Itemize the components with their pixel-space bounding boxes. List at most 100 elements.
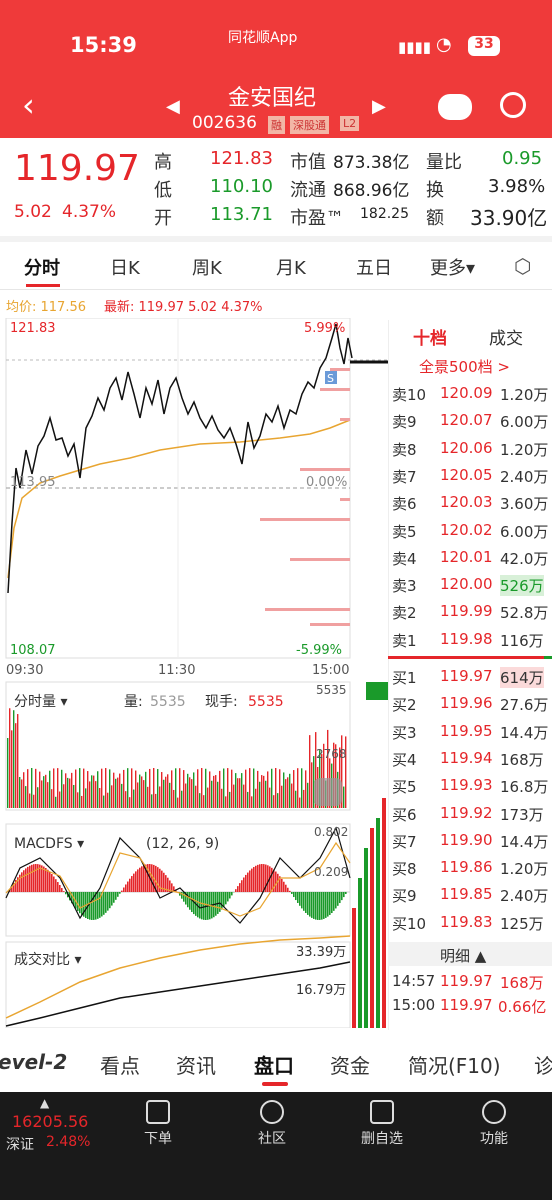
tab-monthly[interactable]: 月K xyxy=(276,254,306,280)
sell-level-row[interactable]: 卖4 120.01 42.0万 xyxy=(388,548,552,574)
level-label: 卖3 xyxy=(392,577,417,596)
level-volume: 614万 xyxy=(500,667,544,688)
tab-diagnosis[interactable]: 诊 xyxy=(534,1050,552,1079)
next-stock-icon[interactable]: ▶ xyxy=(372,96,386,117)
level-label: 卖10 xyxy=(392,386,427,404)
volume-bar xyxy=(311,762,313,808)
buy-level-row[interactable]: 买9 119.85 2.40万 xyxy=(388,885,552,911)
macd-bar xyxy=(139,867,141,892)
tab-five-day[interactable]: 五日 xyxy=(356,254,392,280)
nav-order[interactable]: 下单 xyxy=(118,1100,198,1148)
macd-bar xyxy=(91,892,93,920)
macd-bar xyxy=(315,892,317,920)
macd-bar xyxy=(231,892,233,896)
prev-stock-icon[interactable]: ◀ xyxy=(166,96,180,117)
nav-remove-watchlist[interactable]: 删自选 xyxy=(342,1100,422,1148)
nav-functions-label: 功能 xyxy=(480,1131,508,1147)
full-depth-link[interactable]: 全景500档 > xyxy=(419,356,510,377)
level-volume: 2.40万 xyxy=(500,887,549,906)
quote-panel: 119.97 5.02 4.37% 高 121.83 低 110.10 开 11… xyxy=(0,138,552,238)
tab-handicap[interactable]: 盘口 xyxy=(254,1050,294,1079)
level-volume: 526万 xyxy=(500,575,544,597)
macd-bar xyxy=(109,892,111,909)
macd-bar xyxy=(223,892,225,908)
volume-bar xyxy=(277,793,279,808)
macd-label[interactable]: MACDFS ▾ xyxy=(14,836,84,852)
volume-bar xyxy=(219,770,221,808)
volume-label[interactable]: 分时量 ▾ xyxy=(14,694,67,710)
tab-more[interactable]: 更多▾ xyxy=(430,254,475,280)
buy-level-row[interactable]: 买7 119.90 14.4万 xyxy=(388,831,552,857)
volume-bar xyxy=(309,735,311,808)
buy-level-row[interactable]: 买10 119.83 125万 xyxy=(388,913,552,939)
nav-order-label: 下单 xyxy=(144,1131,172,1147)
volume-bar xyxy=(259,781,261,808)
buy-level-row[interactable]: 买6 119.92 173万 xyxy=(388,804,552,830)
volume-bar xyxy=(91,775,93,808)
volume-bar xyxy=(135,770,137,808)
volume-bar xyxy=(279,769,281,808)
nav-community[interactable]: 社区 xyxy=(232,1100,312,1148)
volume-bar xyxy=(99,788,101,808)
buy-level-row[interactable]: 买1 119.97 614万 xyxy=(388,667,552,693)
nav-functions[interactable]: 功能 xyxy=(454,1100,534,1148)
settings-icon[interactable]: ⬡ xyxy=(514,254,531,278)
search-icon[interactable] xyxy=(500,92,526,118)
macd-bar xyxy=(111,892,113,906)
tab-daily[interactable]: 日K xyxy=(110,254,140,280)
intraday-chart-svg[interactable]: S 121.83 108.07 113.95 5.99% 0.00% -5.99… xyxy=(0,318,388,1028)
macd-bar xyxy=(27,866,29,892)
trade-vol: 0.66亿 xyxy=(498,998,547,1016)
level-volume: 6.00万 xyxy=(500,522,549,541)
tab-news[interactable]: 资讯 xyxy=(176,1050,216,1079)
compare-label[interactable]: 成交对比 ▾ xyxy=(14,951,81,968)
level-label: 卖9 xyxy=(392,413,417,432)
macd-bar xyxy=(127,881,129,892)
macd-bar xyxy=(33,864,35,892)
depth-bars xyxy=(260,368,350,626)
macd-bar xyxy=(59,884,61,892)
macd-bar xyxy=(259,864,261,892)
sell-level-row[interactable]: 卖1 119.98 116万 xyxy=(388,630,552,656)
level-label: 买1 xyxy=(392,669,417,687)
tab-f10[interactable]: 简况(F10) xyxy=(408,1050,501,1079)
tab-funds[interactable]: 资金 xyxy=(330,1050,370,1079)
robot-assistant-icon[interactable] xyxy=(438,94,472,120)
buy-level-row[interactable]: 买3 119.95 14.4万 xyxy=(388,722,552,748)
tab-weekly[interactable]: 周K xyxy=(192,254,222,280)
sell-level-row[interactable]: 卖7 120.05 2.40万 xyxy=(388,466,552,492)
buy-level-row[interactable]: 买2 119.96 27.6万 xyxy=(388,694,552,720)
volume-bar xyxy=(285,779,287,808)
tab-ten-levels[interactable]: 十档 xyxy=(413,324,447,349)
tab-highlights[interactable]: 看点 xyxy=(100,1050,140,1079)
volume-bar xyxy=(343,786,345,808)
tab-level2[interactable]: evel-2 xyxy=(0,1050,67,1074)
tab-intraday[interactable]: 分时 xyxy=(24,254,60,280)
expand-icon[interactable] xyxy=(314,778,342,806)
volume-bar xyxy=(69,778,71,808)
remove-icon xyxy=(370,1100,394,1124)
back-icon[interactable]: ‹ xyxy=(22,86,35,124)
level-price: 120.09 xyxy=(440,384,493,402)
sell-level-row[interactable]: 卖10 120.09 1.20万 xyxy=(388,384,552,410)
detail-bar[interactable]: 明细 ▲ xyxy=(388,942,552,966)
macd-bar xyxy=(309,892,311,917)
volume-bar xyxy=(233,784,235,808)
macd-bar xyxy=(327,892,329,917)
buy-level-row[interactable]: 买8 119.86 1.20万 xyxy=(388,858,552,884)
sell-level-row[interactable]: 卖9 120.07 6.00万 xyxy=(388,411,552,437)
sell-level-row[interactable]: 卖6 120.03 3.60万 xyxy=(388,493,552,519)
buy-level-row[interactable]: 买4 119.94 168万 xyxy=(388,749,552,775)
macd-bar xyxy=(335,892,337,909)
buy-level-row[interactable]: 买5 119.93 16.8万 xyxy=(388,776,552,802)
sell-level-row[interactable]: 卖5 120.02 6.00万 xyxy=(388,521,552,547)
index-value[interactable]: 16205.56 xyxy=(12,1112,88,1131)
macd-bar xyxy=(289,890,291,892)
status-app: 同花顺App xyxy=(228,30,298,46)
tab-trades[interactable]: 成交 xyxy=(489,324,523,349)
sell-level-row[interactable]: 卖3 120.00 526万 xyxy=(388,575,552,601)
macd-bar xyxy=(201,892,203,920)
level-price: 119.83 xyxy=(440,912,493,931)
sell-level-row[interactable]: 卖8 120.06 1.20万 xyxy=(388,439,552,465)
sell-level-row[interactable]: 卖2 119.99 52.8万 xyxy=(388,602,552,628)
